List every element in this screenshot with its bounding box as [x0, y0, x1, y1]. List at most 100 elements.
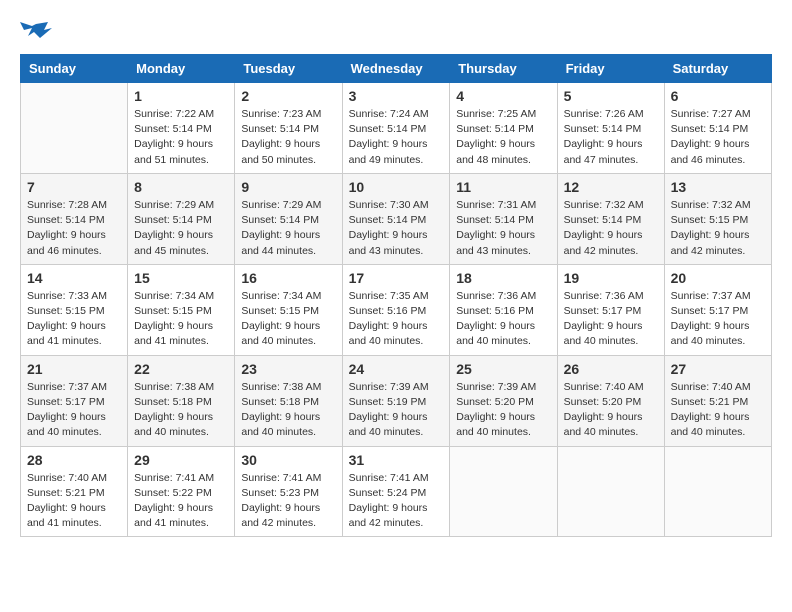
column-header-thursday: Thursday: [450, 55, 557, 83]
column-header-wednesday: Wednesday: [342, 55, 450, 83]
cell-info: Sunrise: 7:30 AM Sunset: 5:14 PM Dayligh…: [349, 198, 444, 259]
day-number: 12: [564, 179, 658, 195]
cell-info: Sunrise: 7:32 AM Sunset: 5:14 PM Dayligh…: [564, 198, 658, 259]
cell-info: Sunrise: 7:22 AM Sunset: 5:14 PM Dayligh…: [134, 107, 228, 168]
cell-info: Sunrise: 7:26 AM Sunset: 5:14 PM Dayligh…: [564, 107, 658, 168]
cell-info: Sunrise: 7:41 AM Sunset: 5:24 PM Dayligh…: [349, 471, 444, 532]
day-number: 11: [456, 179, 550, 195]
cell-info: Sunrise: 7:23 AM Sunset: 5:14 PM Dayligh…: [241, 107, 335, 168]
calendar-cell: 13 Sunrise: 7:32 AM Sunset: 5:15 PM Dayli…: [664, 173, 771, 264]
calendar-row: 7Sunrise: 7:28 AM Sunset: 5:14 PM Daylig…: [21, 173, 772, 264]
cell-info: Sunrise: 7:28 AM Sunset: 5:14 PM Dayligh…: [27, 198, 121, 259]
calendar-header-row: SundayMondayTuesdayWednesdayThursdayFrid…: [21, 55, 772, 83]
calendar-table: SundayMondayTuesdayWednesdayThursdayFrid…: [20, 54, 772, 537]
calendar-cell: [664, 446, 771, 537]
page-header: [20, 20, 772, 44]
calendar-cell: 15 Sunrise: 7:34 AM Sunset: 5:15 PM Dayli…: [128, 264, 235, 355]
cell-info: Sunrise: 7:36 AM Sunset: 5:17 PM Dayligh…: [564, 289, 658, 350]
day-number: 26: [564, 361, 658, 377]
cell-info: Sunrise: 7:40 AM Sunset: 5:21 PM Dayligh…: [27, 471, 121, 532]
day-number: 23: [241, 361, 335, 377]
day-number: 3: [349, 88, 444, 104]
day-number: 9: [241, 179, 335, 195]
day-number: 2: [241, 88, 335, 104]
calendar-row: 14 Sunrise: 7:33 AM Sunset: 5:15 PM Dayli…: [21, 264, 772, 355]
cell-info: Sunrise: 7:41 AM Sunset: 5:22 PM Dayligh…: [134, 471, 228, 532]
cell-info: Sunrise: 7:27 AM Sunset: 5:14 PM Dayligh…: [671, 107, 765, 168]
calendar-cell: 26 Sunrise: 7:40 AM Sunset: 5:20 PM Dayli…: [557, 355, 664, 446]
day-number: 16: [241, 270, 335, 286]
day-number: 29: [134, 452, 228, 468]
column-header-saturday: Saturday: [664, 55, 771, 83]
cell-info: Sunrise: 7:29 AM Sunset: 5:14 PM Dayligh…: [134, 198, 228, 259]
cell-info: Sunrise: 7:31 AM Sunset: 5:14 PM Dayligh…: [456, 198, 550, 259]
cell-info: Sunrise: 7:40 AM Sunset: 5:21 PM Dayligh…: [671, 380, 765, 441]
column-header-tuesday: Tuesday: [235, 55, 342, 83]
day-number: 20: [671, 270, 765, 286]
calendar-cell: 30 Sunrise: 7:41 AM Sunset: 5:23 PM Dayli…: [235, 446, 342, 537]
calendar-cell: 8 Sunrise: 7:29 AM Sunset: 5:14 PM Daylig…: [128, 173, 235, 264]
cell-info: Sunrise: 7:24 AM Sunset: 5:14 PM Dayligh…: [349, 107, 444, 168]
calendar-row: 28 Sunrise: 7:40 AM Sunset: 5:21 PM Dayli…: [21, 446, 772, 537]
calendar-cell: 17Sunrise: 7:35 AM Sunset: 5:16 PM Dayli…: [342, 264, 450, 355]
day-number: 28: [27, 452, 121, 468]
day-number: 30: [241, 452, 335, 468]
column-header-monday: Monday: [128, 55, 235, 83]
calendar-cell: 12 Sunrise: 7:32 AM Sunset: 5:14 PM Dayli…: [557, 173, 664, 264]
cell-info: Sunrise: 7:37 AM Sunset: 5:17 PM Dayligh…: [27, 380, 121, 441]
cell-info: Sunrise: 7:38 AM Sunset: 5:18 PM Dayligh…: [241, 380, 335, 441]
day-number: 31: [349, 452, 444, 468]
calendar-cell: 27Sunrise: 7:40 AM Sunset: 5:21 PM Dayli…: [664, 355, 771, 446]
cell-info: Sunrise: 7:33 AM Sunset: 5:15 PM Dayligh…: [27, 289, 121, 350]
day-number: 10: [349, 179, 444, 195]
calendar-cell: 3 Sunrise: 7:24 AM Sunset: 5:14 PM Daylig…: [342, 83, 450, 174]
day-number: 19: [564, 270, 658, 286]
calendar-cell: 9 Sunrise: 7:29 AM Sunset: 5:14 PM Daylig…: [235, 173, 342, 264]
calendar-cell: 28 Sunrise: 7:40 AM Sunset: 5:21 PM Dayli…: [21, 446, 128, 537]
day-number: 4: [456, 88, 550, 104]
day-number: 25: [456, 361, 550, 377]
cell-info: Sunrise: 7:34 AM Sunset: 5:15 PM Dayligh…: [241, 289, 335, 350]
calendar-cell: 20 Sunrise: 7:37 AM Sunset: 5:17 PM Dayli…: [664, 264, 771, 355]
calendar-cell: 6 Sunrise: 7:27 AM Sunset: 5:14 PM Daylig…: [664, 83, 771, 174]
cell-info: Sunrise: 7:34 AM Sunset: 5:15 PM Dayligh…: [134, 289, 228, 350]
day-number: 18: [456, 270, 550, 286]
cell-info: Sunrise: 7:32 AM Sunset: 5:15 PM Dayligh…: [671, 198, 765, 259]
calendar-cell: 22Sunrise: 7:38 AM Sunset: 5:18 PM Dayli…: [128, 355, 235, 446]
cell-info: Sunrise: 7:25 AM Sunset: 5:14 PM Dayligh…: [456, 107, 550, 168]
column-header-sunday: Sunday: [21, 55, 128, 83]
calendar-cell: 25 Sunrise: 7:39 AM Sunset: 5:20 PM Dayli…: [450, 355, 557, 446]
cell-info: Sunrise: 7:40 AM Sunset: 5:20 PM Dayligh…: [564, 380, 658, 441]
calendar-cell: 23 Sunrise: 7:38 AM Sunset: 5:18 PM Dayli…: [235, 355, 342, 446]
day-number: 8: [134, 179, 228, 195]
logo-bird-icon: [20, 20, 52, 44]
day-number: 6: [671, 88, 765, 104]
calendar-cell: 5 Sunrise: 7:26 AM Sunset: 5:14 PM Daylig…: [557, 83, 664, 174]
day-number: 15: [134, 270, 228, 286]
cell-info: Sunrise: 7:39 AM Sunset: 5:19 PM Dayligh…: [349, 380, 444, 441]
calendar-cell: [450, 446, 557, 537]
day-number: 13: [671, 179, 765, 195]
calendar-cell: 1Sunrise: 7:22 AM Sunset: 5:14 PM Daylig…: [128, 83, 235, 174]
calendar-cell: 4 Sunrise: 7:25 AM Sunset: 5:14 PM Daylig…: [450, 83, 557, 174]
day-number: 14: [27, 270, 121, 286]
cell-info: Sunrise: 7:29 AM Sunset: 5:14 PM Dayligh…: [241, 198, 335, 259]
day-number: 5: [564, 88, 658, 104]
calendar-cell: 11 Sunrise: 7:31 AM Sunset: 5:14 PM Dayli…: [450, 173, 557, 264]
calendar-row: 1Sunrise: 7:22 AM Sunset: 5:14 PM Daylig…: [21, 83, 772, 174]
calendar-cell: 18Sunrise: 7:36 AM Sunset: 5:16 PM Dayli…: [450, 264, 557, 355]
calendar-cell: [557, 446, 664, 537]
day-number: 21: [27, 361, 121, 377]
calendar-cell: 21 Sunrise: 7:37 AM Sunset: 5:17 PM Dayli…: [21, 355, 128, 446]
calendar-cell: 14 Sunrise: 7:33 AM Sunset: 5:15 PM Dayli…: [21, 264, 128, 355]
calendar-cell: 19 Sunrise: 7:36 AM Sunset: 5:17 PM Dayli…: [557, 264, 664, 355]
calendar-cell: [21, 83, 128, 174]
logo: [20, 20, 56, 44]
calendar-cell: 24Sunrise: 7:39 AM Sunset: 5:19 PM Dayli…: [342, 355, 450, 446]
day-number: 22: [134, 361, 228, 377]
calendar-cell: 29 Sunrise: 7:41 AM Sunset: 5:22 PM Dayli…: [128, 446, 235, 537]
cell-info: Sunrise: 7:37 AM Sunset: 5:17 PM Dayligh…: [671, 289, 765, 350]
calendar-cell: 2 Sunrise: 7:23 AM Sunset: 5:14 PM Daylig…: [235, 83, 342, 174]
cell-info: Sunrise: 7:39 AM Sunset: 5:20 PM Dayligh…: [456, 380, 550, 441]
cell-info: Sunrise: 7:41 AM Sunset: 5:23 PM Dayligh…: [241, 471, 335, 532]
